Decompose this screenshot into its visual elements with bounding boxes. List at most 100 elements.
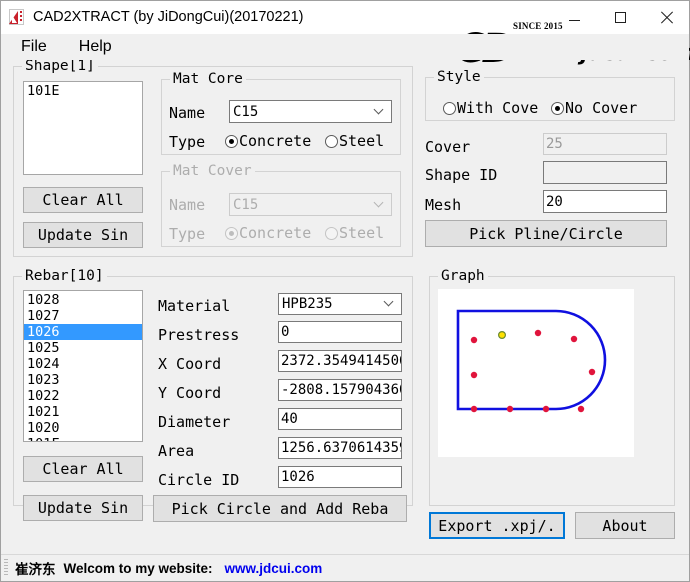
status-bar: 崔济东 Welcom to my website: www.jdcui.com — [1, 554, 689, 581]
rebar-point[interactable] — [470, 371, 478, 379]
graph-canvas[interactable] — [438, 289, 634, 457]
export-xpj-button[interactable]: Export .xpj/. — [429, 512, 565, 539]
chevron-down-icon — [385, 298, 394, 307]
mat-cover-group-title: Mat Cover — [170, 163, 255, 179]
maximize-icon — [614, 12, 626, 23]
list-item[interactable]: 1020 — [24, 420, 142, 436]
list-item[interactable]: 1021 — [24, 404, 142, 420]
rebar-area-value: 1256.6370614359 — [281, 440, 402, 456]
radio-dot-icon — [225, 226, 238, 240]
rebar-material-value: HPB235 — [282, 296, 333, 312]
rebar-y-coord-label: Y Coord — [158, 384, 222, 402]
chevron-down-icon — [375, 106, 384, 115]
list-item[interactable]: 1026 — [24, 324, 142, 340]
rebar-update-single-button[interactable]: Update Sin — [23, 495, 143, 521]
rebar-x-coord-value: 2372.3549414506 — [281, 353, 402, 369]
menu-item-help[interactable]: Help — [69, 37, 122, 57]
close-icon — [660, 11, 673, 24]
rebar-diameter-input[interactable]: 40 — [278, 408, 402, 430]
mat-core-type-concrete-label: Concrete — [239, 132, 312, 150]
list-item[interactable]: 1027 — [24, 308, 142, 324]
close-button[interactable] — [643, 1, 689, 34]
about-button[interactable]: About — [575, 512, 675, 539]
status-author: 崔济东 — [15, 562, 56, 577]
rebar-point[interactable] — [497, 330, 506, 339]
mat-core-type-concrete-radio[interactable]: Concrete — [225, 132, 333, 150]
shape-group-title: Shape[1] — [22, 58, 98, 74]
radio-dot-icon — [443, 101, 456, 115]
rebar-x-coord-label: X Coord — [158, 355, 222, 373]
menu-item-file[interactable]: File — [11, 37, 57, 57]
rebar-x-coord-input[interactable]: 2372.3549414506 — [278, 350, 402, 372]
cover-value: 25 — [546, 136, 563, 152]
rebar-clear-all-button[interactable]: Clear All — [23, 456, 143, 482]
rebar-point[interactable] — [588, 368, 596, 376]
rebar-point[interactable] — [470, 405, 478, 413]
status-message: Welcom to my website: — [63, 560, 213, 576]
mat-cover-type-label: Type — [169, 225, 206, 243]
radio-dot-icon — [551, 101, 564, 115]
list-item[interactable]: 1024 — [24, 356, 142, 372]
mat-cover-name-combo: C15 — [229, 193, 392, 216]
style-no-cover-label: No Cover — [565, 99, 638, 117]
mat-core-group-title: Mat Core — [170, 71, 246, 87]
minimize-button[interactable] — [551, 1, 597, 34]
shape-id-input[interactable] — [543, 161, 667, 184]
shape-clear-all-button[interactable]: Clear All — [23, 187, 143, 213]
mat-core-name-label: Name — [169, 104, 206, 122]
minimize-icon — [568, 19, 580, 21]
list-item[interactable]: 1023 — [24, 372, 142, 388]
radio-dot-icon — [325, 134, 338, 148]
style-group-title: Style — [434, 69, 484, 85]
shape-listbox[interactable]: 101E — [23, 81, 143, 175]
rebar-y-coord-value: -2808.1579043605 — [281, 382, 401, 398]
list-item[interactable]: 1028 — [24, 292, 142, 308]
rebar-prestress-input[interactable]: 0 — [278, 321, 402, 343]
section-outline — [456, 309, 607, 411]
shape-update-single-button[interactable]: Update Sin — [23, 222, 143, 248]
list-item[interactable]: 101F — [24, 436, 142, 441]
graph-drawing — [456, 309, 607, 413]
style-with-cover-radio[interactable]: With Cove — [443, 99, 559, 117]
mat-cover-type-concrete-radio: Concrete — [225, 224, 333, 242]
cover-input: 25 — [543, 133, 667, 155]
list-item[interactable]: 101E — [24, 83, 142, 99]
status-website-link[interactable]: www.jdcui.com — [225, 561, 323, 576]
rebar-circle-id-input[interactable]: 1026 — [278, 466, 402, 488]
mat-cover-type-steel-radio: Steel — [325, 224, 411, 242]
rebar-point[interactable] — [570, 335, 578, 343]
rebar-point[interactable] — [577, 405, 585, 413]
pick-pline-circle-button[interactable]: Pick Pline/Circle — [425, 220, 667, 247]
rebar-diameter-value: 40 — [281, 411, 298, 427]
window-controls — [551, 1, 689, 34]
rebar-material-combo[interactable]: HPB235 — [278, 293, 402, 315]
rebar-listbox[interactable]: 102810271026102510241023102210211020101F — [23, 290, 143, 442]
style-with-cover-label: With Cove — [457, 99, 539, 117]
mat-core-name-combo[interactable]: C15 — [229, 100, 392, 123]
chevron-down-icon — [375, 199, 384, 208]
mesh-input[interactable]: 20 — [543, 190, 667, 213]
rebar-point[interactable] — [470, 336, 478, 344]
rebar-y-coord-input[interactable]: -2808.1579043605 — [278, 379, 402, 401]
mat-core-type-steel-radio[interactable]: Steel — [325, 132, 411, 150]
mat-cover-type-concrete-label: Concrete — [239, 224, 312, 242]
style-no-cover-radio[interactable]: No Cover — [551, 99, 661, 117]
mat-cover-name-label: Name — [169, 196, 206, 214]
graph-group-title: Graph — [438, 268, 488, 284]
mat-core-name-value: C15 — [233, 103, 259, 120]
rebar-material-label: Material — [158, 297, 231, 315]
rebar-point[interactable] — [542, 405, 550, 413]
window-title: CAD2XTRACT (by JiDongCui)(20170221) — [33, 9, 304, 25]
rebar-area-input[interactable]: 1256.6370614359 — [278, 437, 402, 459]
title-bar: CAD2XTRACT (by JiDongCui)(20170221) — [1, 1, 689, 34]
rebar-point[interactable] — [534, 329, 542, 337]
rebar-prestress-value: 0 — [281, 324, 290, 340]
rebar-point[interactable] — [506, 405, 514, 413]
maximize-button[interactable] — [597, 1, 643, 34]
pick-circle-add-rebar-button[interactable]: Pick Circle and Add Reba — [153, 495, 407, 522]
autocad-file-icon — [8, 8, 25, 26]
rebar-circle-id-label: Circle ID — [158, 471, 240, 489]
list-item[interactable]: 1025 — [24, 340, 142, 356]
rebar-diameter-label: Diameter — [158, 413, 231, 431]
list-item[interactable]: 1022 — [24, 388, 142, 404]
